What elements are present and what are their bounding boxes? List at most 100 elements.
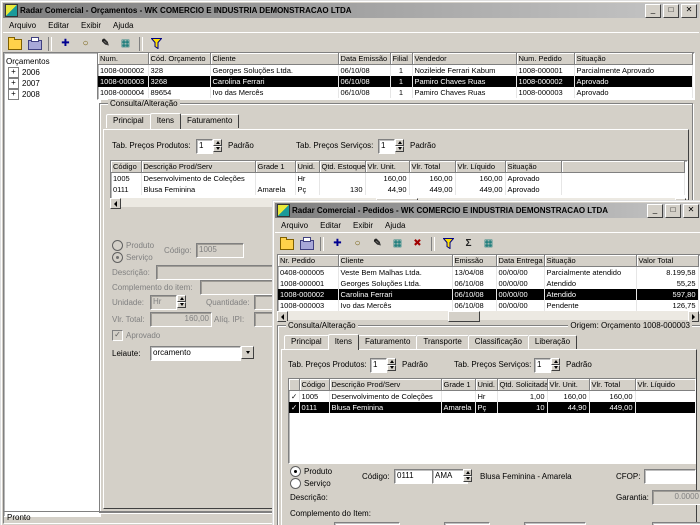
horizontal-scrollbar[interactable] bbox=[277, 311, 699, 320]
col-header[interactable]: Situação bbox=[505, 161, 561, 173]
precos-servicos-spinner[interactable]: 1 bbox=[378, 139, 404, 152]
menu-arquivo[interactable]: Arquivo bbox=[3, 20, 42, 31]
minimize-button[interactable]: _ bbox=[647, 204, 663, 218]
tree-item-2008[interactable]: +2008 bbox=[8, 89, 98, 99]
col-header[interactable]: Grade 1 bbox=[255, 161, 295, 173]
item-row[interactable]: ✓1005Desenvolvimento de ColeçõesHr1,0016… bbox=[289, 391, 696, 403]
print-button[interactable] bbox=[25, 35, 44, 52]
open-button[interactable] bbox=[5, 35, 24, 52]
item-row[interactable]: 1005Desenvolvimento de ColeçõesHr160,001… bbox=[111, 173, 685, 185]
menu-editar[interactable]: Editar bbox=[314, 220, 347, 231]
tab-principal[interactable]: Principal bbox=[106, 114, 151, 128]
col-header[interactable]: Vlr. Unit. bbox=[547, 379, 589, 391]
col-header[interactable]: Qtd. Solicitada bbox=[497, 379, 547, 391]
add-button[interactable]: ✚ bbox=[56, 35, 75, 52]
browse2-button[interactable]: ▦ bbox=[479, 235, 498, 252]
print-button[interactable] bbox=[297, 235, 316, 252]
pedido-row[interactable]: 0408-000005Veste Bem Malhas Ltda.13/04/0… bbox=[278, 267, 698, 279]
expand-icon[interactable]: + bbox=[8, 67, 19, 78]
add-button[interactable]: ✚ bbox=[328, 235, 347, 252]
expand-icon[interactable]: + bbox=[8, 89, 19, 100]
col-header[interactable]: Cliente bbox=[210, 53, 338, 65]
col-header[interactable]: Unid. bbox=[295, 161, 319, 173]
spinner-buttons[interactable] bbox=[551, 358, 560, 371]
menu-exibir[interactable]: Exibir bbox=[75, 20, 107, 31]
edit-button[interactable]: ✎ bbox=[368, 235, 387, 252]
pedido-row[interactable]: 1008-000003Ivo das Mercês06/10/0800/00/0… bbox=[278, 300, 698, 311]
close-button[interactable]: ✕ bbox=[683, 204, 699, 218]
tree-item-2006[interactable]: +2006 bbox=[8, 67, 98, 77]
item-row[interactable]: 0111Blusa FemininaAmarelaPç13044,90449,0… bbox=[111, 184, 685, 195]
title-bar[interactable]: Radar Comercial - Orçamentos - WK COMERC… bbox=[3, 3, 699, 18]
col-header[interactable]: Descrição Prod/Serv bbox=[329, 379, 441, 391]
tab-itens[interactable]: Itens bbox=[150, 113, 181, 129]
item-row-selected[interactable]: ✓0111Blusa FemininaAmarelaPç1044,90449,0… bbox=[289, 402, 696, 413]
col-header[interactable]: Qtd. Estoque bbox=[319, 161, 365, 173]
expand-icon[interactable]: + bbox=[8, 78, 19, 89]
spinner-buttons[interactable] bbox=[213, 139, 222, 152]
delete-button[interactable]: ✖ bbox=[408, 235, 427, 252]
dropdown-button[interactable] bbox=[241, 346, 254, 359]
col-header[interactable]: Data Entrega bbox=[496, 255, 544, 267]
col-header[interactable]: Vlr. Total bbox=[589, 379, 635, 391]
tab-classificacao[interactable]: Classificação bbox=[468, 335, 529, 349]
pedido-row-selected[interactable]: 1008-000002Carolina Ferrari06/10/0800/00… bbox=[278, 289, 698, 300]
maximize-button[interactable]: □ bbox=[663, 4, 679, 18]
col-header[interactable]: Unid. bbox=[475, 379, 497, 391]
col-header[interactable]: Grade 1 bbox=[441, 379, 475, 391]
menu-exibir[interactable]: Exibir bbox=[347, 220, 379, 231]
menu-editar[interactable]: Editar bbox=[42, 20, 75, 31]
orders-row[interactable]: 1008-00000489654Ivo das Mercês06/10/081P… bbox=[98, 87, 692, 98]
col-header[interactable]: Vlr. Líquido bbox=[635, 379, 696, 391]
browse-button[interactable]: ▦ bbox=[116, 35, 135, 52]
scroll-left-button[interactable] bbox=[110, 198, 121, 209]
open-button[interactable] bbox=[277, 235, 296, 252]
col-header[interactable]: Num. Pedido bbox=[516, 53, 574, 65]
browse-button[interactable]: ▦ bbox=[388, 235, 407, 252]
sum-button[interactable]: Σ bbox=[459, 235, 478, 252]
grade-spinner-buttons[interactable] bbox=[463, 469, 472, 482]
filter-button[interactable] bbox=[439, 235, 458, 252]
scroll-thumb[interactable] bbox=[448, 311, 480, 322]
col-header[interactable]: Código bbox=[111, 161, 141, 173]
record-button[interactable]: ○ bbox=[76, 35, 95, 52]
col-header[interactable]: Código bbox=[299, 379, 329, 391]
menu-ajuda[interactable]: Ajuda bbox=[107, 20, 139, 31]
minimize-button[interactable]: _ bbox=[645, 4, 661, 18]
precos-servicos-spinner[interactable]: 1 bbox=[534, 358, 560, 371]
orders-row-selected[interactable]: 1008-0000033268Carolina Ferrari06/10/081… bbox=[98, 76, 692, 87]
radio-icon[interactable] bbox=[290, 478, 301, 489]
produto-radio[interactable]: Produto bbox=[290, 466, 332, 477]
tab-itens[interactable]: Itens bbox=[328, 334, 359, 350]
col-header[interactable]: Vlr. Líquido bbox=[455, 161, 505, 173]
cfop-field[interactable] bbox=[644, 469, 696, 484]
col-header[interactable]: Situação bbox=[574, 53, 692, 65]
tree-root[interactable]: Orçamentos bbox=[6, 56, 98, 66]
tab-principal[interactable]: Principal bbox=[284, 335, 329, 349]
col-header[interactable]: Cliente bbox=[338, 255, 452, 267]
tab-faturamento[interactable]: Faturamento bbox=[180, 114, 239, 128]
precos-produtos-spinner[interactable]: 1 bbox=[370, 358, 396, 371]
col-header[interactable]: Vendedor bbox=[412, 53, 516, 65]
edit-button[interactable]: ✎ bbox=[96, 35, 115, 52]
radio-icon[interactable] bbox=[290, 466, 301, 477]
close-button[interactable]: ✕ bbox=[681, 4, 697, 18]
servico-radio[interactable]: Serviço bbox=[290, 478, 331, 489]
filter-button[interactable] bbox=[147, 35, 166, 52]
col-header[interactable]: Emissão bbox=[452, 255, 496, 267]
menu-arquivo[interactable]: Arquivo bbox=[275, 220, 314, 231]
tab-transporte[interactable]: Transporte bbox=[416, 335, 468, 349]
codigo-field[interactable]: 0111 bbox=[394, 469, 436, 484]
col-header[interactable]: Num. bbox=[98, 53, 148, 65]
spinner-buttons[interactable] bbox=[395, 139, 404, 152]
col-header[interactable]: Nr. Pedido bbox=[278, 255, 338, 267]
col-header[interactable]: Data Emissão bbox=[338, 53, 390, 65]
precos-produtos-spinner[interactable]: 1 bbox=[196, 139, 222, 152]
pedido-row[interactable]: 1008-000001Georges Soluções Ltda.06/10/0… bbox=[278, 278, 698, 289]
col-header[interactable]: Vlr. Unit. bbox=[365, 161, 409, 173]
title-bar[interactable]: Radar Comercial - Pedidos - WK COMERCIO … bbox=[275, 203, 700, 218]
col-header[interactable]: Cód. Orçamento bbox=[148, 53, 210, 65]
leiaute-dropdown[interactable]: orcamento bbox=[150, 346, 254, 359]
col-header[interactable]: Filial bbox=[390, 53, 412, 65]
record-button[interactable]: ○ bbox=[348, 235, 367, 252]
